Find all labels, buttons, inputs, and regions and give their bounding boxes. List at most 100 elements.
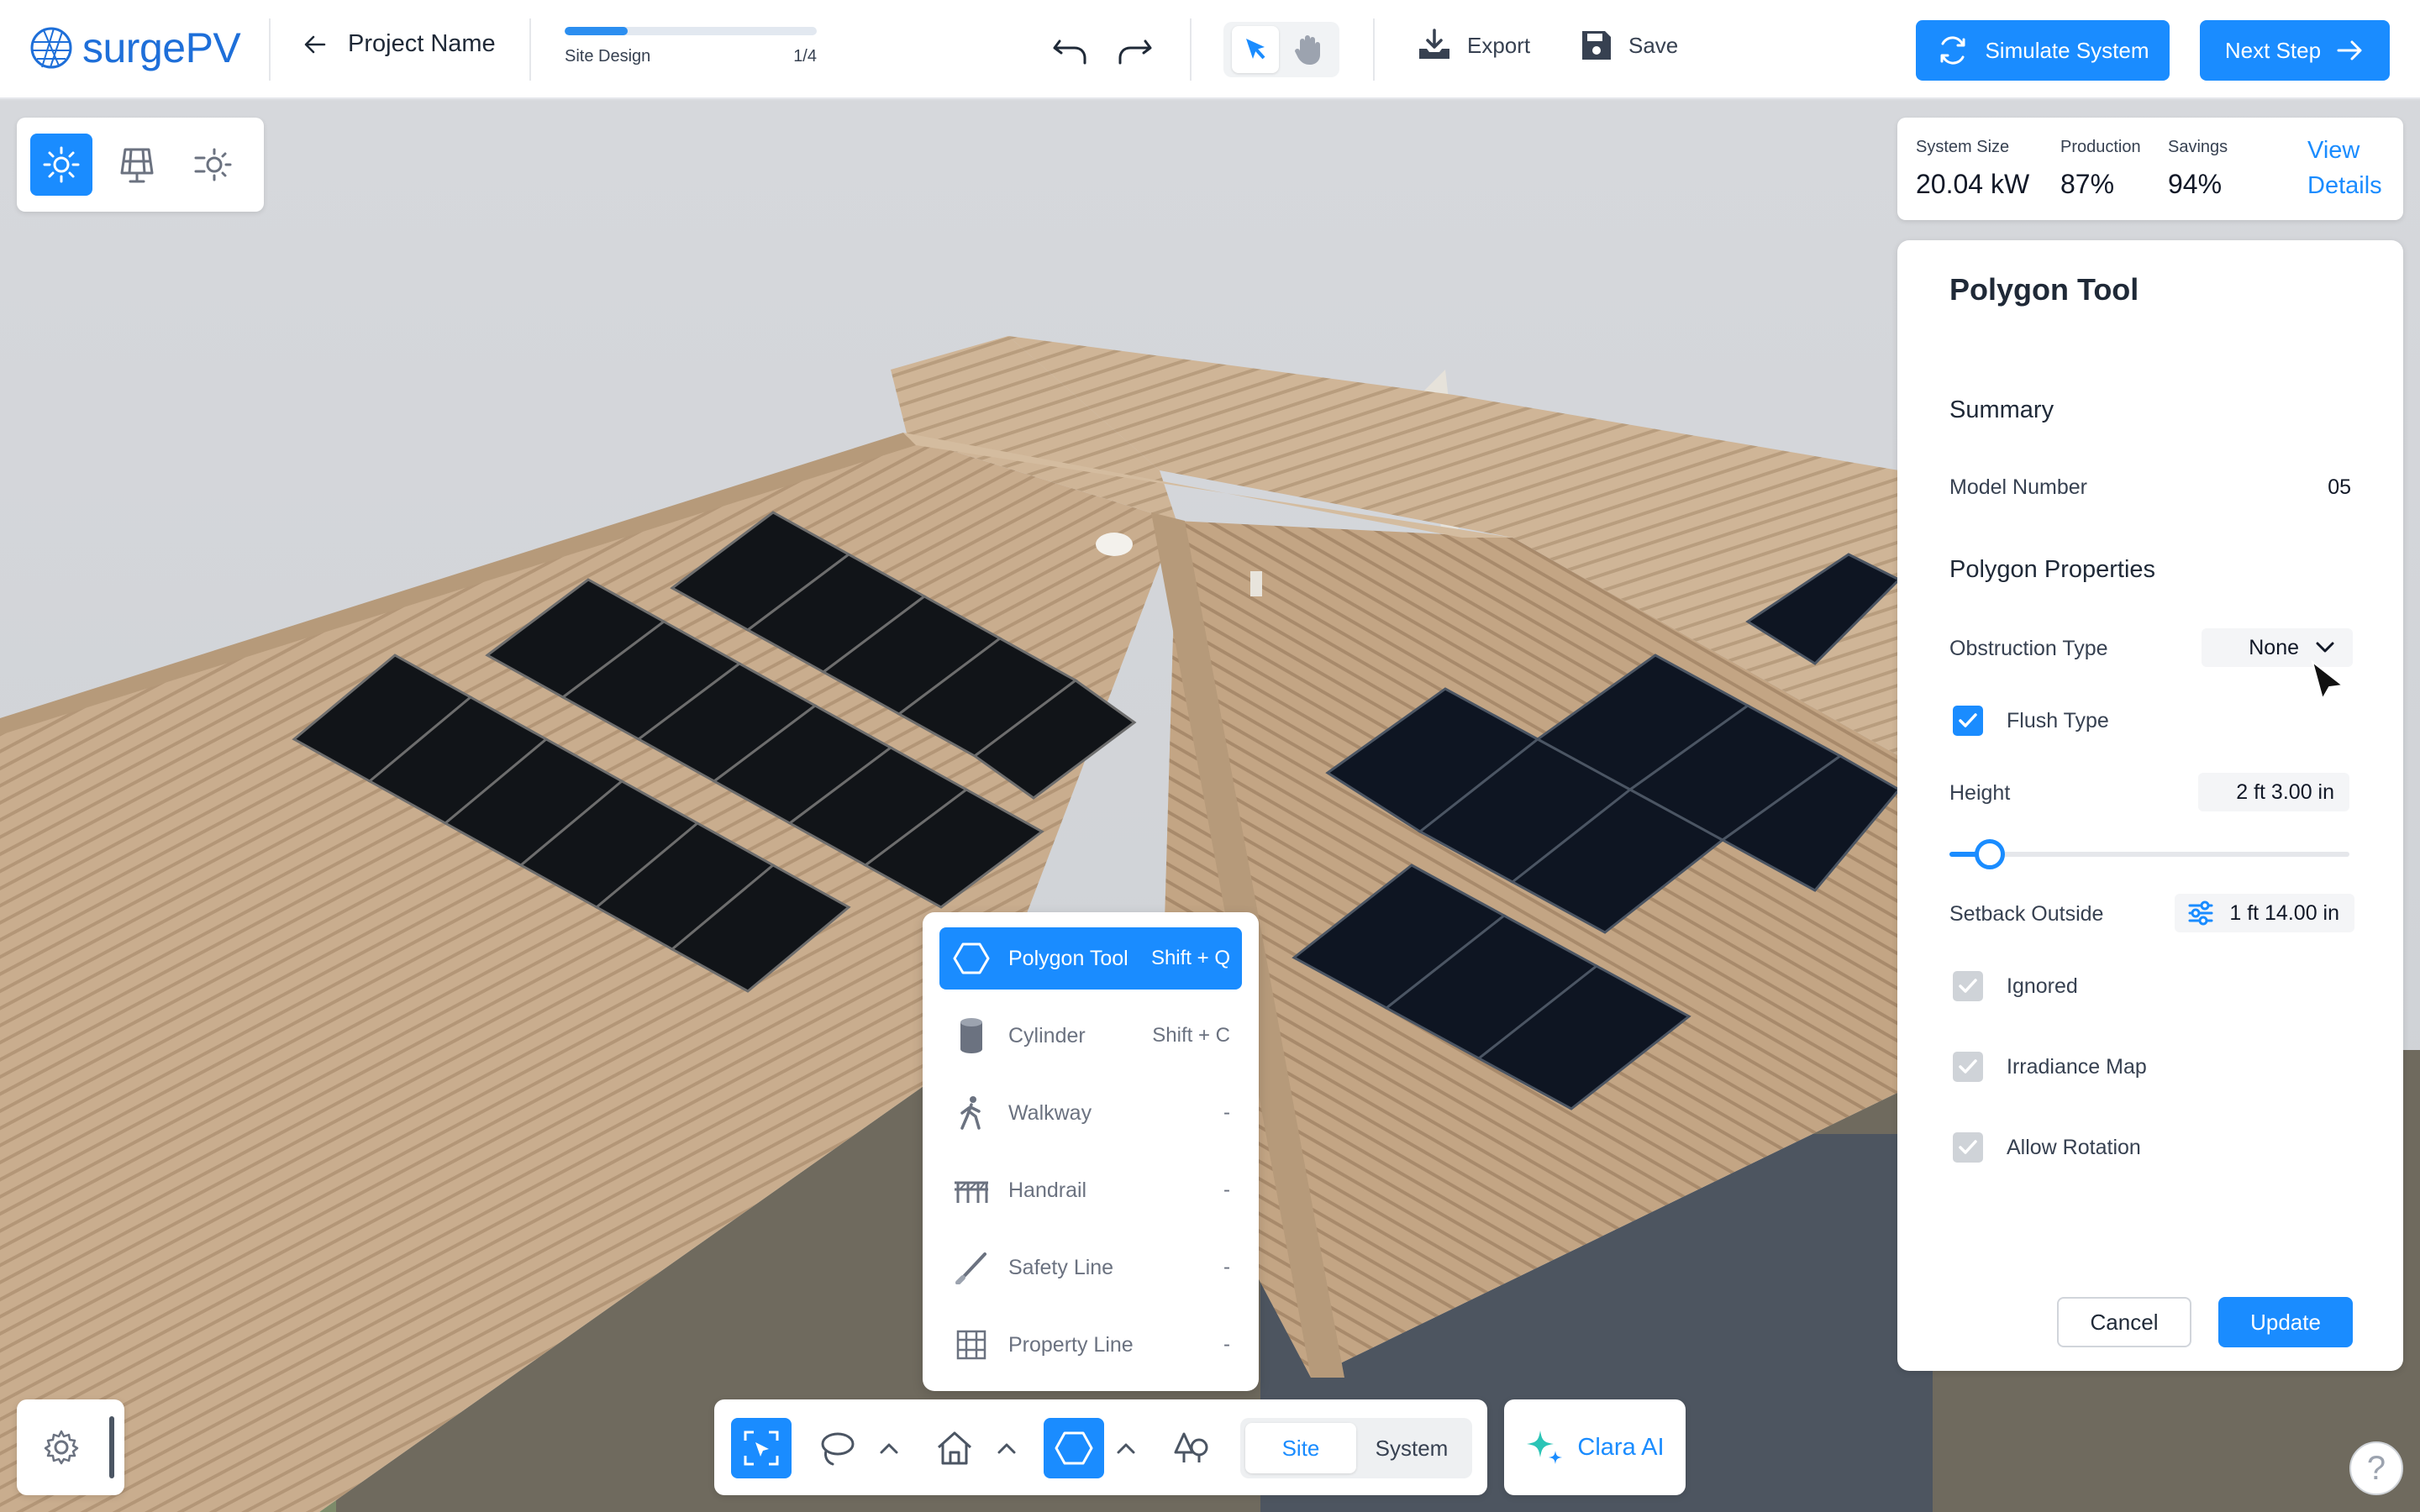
sun-icon (43, 146, 80, 183)
clara-ai-button[interactable]: Clara AI (1504, 1399, 1686, 1495)
panel-view-button[interactable] (106, 134, 168, 196)
system-size-value: 20.04 kW (1916, 169, 2030, 199)
save-label: Save (1628, 32, 1679, 58)
safety-line-icon (955, 1252, 986, 1284)
redo-button[interactable] (1114, 29, 1156, 71)
ignored-checkbox[interactable] (1953, 971, 1983, 1001)
save-button[interactable]: Save (1580, 29, 1678, 62)
hand-icon (1294, 35, 1320, 65)
tool-label: Handrail (1008, 1178, 1087, 1202)
simulate-system-button[interactable]: Simulate System (1916, 20, 2170, 81)
help-button[interactable]: ? (2349, 1441, 2403, 1495)
divider (1190, 18, 1192, 81)
project-name: Project Name (348, 30, 496, 57)
undo-button[interactable] (1049, 29, 1091, 71)
update-button[interactable]: Update (2218, 1297, 2353, 1347)
tool-shortcut: - (1223, 1101, 1230, 1124)
interaction-mode-toggle (1223, 22, 1339, 77)
obstruction-type-value: None (2249, 635, 2299, 659)
system-size-label: System Size (1916, 138, 2010, 156)
height-slider-thumb[interactable] (1974, 839, 2005, 869)
tool-cylinder[interactable]: Cylinder Shift + C (939, 1005, 1242, 1067)
pan-mode-button[interactable] (1285, 26, 1332, 73)
tool-label: Property Line (1008, 1332, 1134, 1357)
property-line-icon (956, 1330, 986, 1360)
globe-logo-icon (30, 27, 72, 69)
lasso-tool-button[interactable] (807, 1418, 867, 1478)
trees-tool-button[interactable] (1161, 1418, 1222, 1478)
chevron-up-icon (880, 1443, 898, 1454)
brand-name: surgePV (82, 24, 241, 71)
shade-icon (194, 148, 232, 181)
select-area-button[interactable] (731, 1418, 792, 1478)
settings-button[interactable] (39, 1425, 84, 1470)
view-details-link[interactable]: View Details (2307, 133, 2398, 203)
progress-fill (565, 27, 628, 35)
lasso-icon (821, 1432, 855, 1466)
site-system-toggle: Site System (1240, 1418, 1472, 1478)
setback-outside-label: Setback Outside (1949, 902, 2104, 926)
shade-view-button[interactable] (182, 134, 244, 196)
next-step-button[interactable]: Next Step (2200, 20, 2390, 81)
house-icon (937, 1431, 972, 1465)
hexagon-icon (1055, 1431, 1093, 1465)
progress-label: Site Design (565, 47, 651, 66)
simulate-label: Simulate System (1985, 37, 2149, 63)
obstruction-type-label: Obstruction Type (1949, 637, 2108, 660)
polygon-tool-button[interactable] (1044, 1418, 1104, 1478)
tool-polygon[interactable]: Polygon Tool Shift + Q (939, 927, 1242, 990)
tool-shortcut: - (1223, 1179, 1230, 1201)
tab-site[interactable]: Site (1245, 1423, 1356, 1473)
back-button[interactable]: Project Name (302, 30, 496, 58)
setback-outside-input[interactable]: 1 ft 14.00 in (2175, 894, 2354, 932)
tool-handrail[interactable]: Handrail - (939, 1159, 1242, 1221)
progress-track (565, 27, 817, 35)
flush-type-label: Flush Type (2007, 709, 2109, 732)
redo-icon (1118, 39, 1152, 65)
tool-property-line[interactable]: Property Line - (939, 1314, 1242, 1376)
cylinder-icon (960, 1018, 982, 1053)
irradiance-map-checkbox[interactable] (1953, 1052, 1983, 1082)
checkmark-icon (1959, 713, 1977, 727)
polygon-expand-button[interactable] (1111, 1418, 1141, 1478)
export-button[interactable]: Export (1417, 29, 1530, 62)
arrow-right-icon (2337, 40, 2362, 60)
flush-type-checkbox[interactable] (1953, 706, 1983, 736)
system-stats-card: System Size 20.04 kW Production 87% Savi… (1897, 118, 2403, 220)
top-bar: surgePV Project Name Site Design 1/4 Exp… (0, 0, 2420, 99)
tool-label: Safety Line (1008, 1255, 1114, 1279)
divider (529, 18, 531, 81)
view-details-line1: View (2307, 137, 2360, 164)
view-mode-toolbar (17, 118, 264, 212)
production-value: 87% (2060, 169, 2115, 199)
clara-ai-label: Clara AI (1577, 1433, 1665, 1461)
tool-safety-line[interactable]: Safety Line - (939, 1236, 1242, 1299)
trees-icon (1174, 1432, 1208, 1462)
savings-label: Savings (2168, 138, 2228, 156)
sun-view-button[interactable] (30, 134, 92, 196)
building-tool-button[interactable] (924, 1418, 985, 1478)
obstruction-tool-menu: Polygon Tool Shift + Q Cylinder Shift + … (923, 912, 1259, 1391)
checkmark-icon (1959, 1140, 1977, 1154)
height-input[interactable]: 2 ft 3.00 in (2198, 773, 2349, 811)
brand-logo[interactable]: surgePV (29, 24, 241, 72)
lasso-expand-button[interactable] (874, 1418, 904, 1478)
allow-rotation-checkbox[interactable] (1953, 1132, 1983, 1163)
sparkle-icon (1527, 1431, 1563, 1464)
tab-system[interactable]: System (1356, 1423, 1467, 1473)
settings-dock (17, 1399, 124, 1495)
tool-walkway[interactable]: Walkway - (939, 1082, 1242, 1144)
building-expand-button[interactable] (992, 1418, 1022, 1478)
polygon-properties-heading: Polygon Properties (1949, 556, 2156, 583)
dock-handle[interactable] (109, 1416, 114, 1478)
chevron-up-icon (997, 1443, 1016, 1454)
handrail-icon (955, 1181, 988, 1203)
model-number-label: Model Number (1949, 475, 2087, 499)
cancel-button[interactable]: Cancel (2057, 1297, 2191, 1347)
savings-stat: Savings 94% (2168, 138, 2228, 200)
export-label: Export (1467, 32, 1531, 58)
tool-shortcut: - (1223, 1333, 1230, 1356)
select-mode-button[interactable] (1231, 26, 1279, 73)
height-slider[interactable] (1949, 839, 2349, 869)
select-area-icon (744, 1431, 779, 1466)
